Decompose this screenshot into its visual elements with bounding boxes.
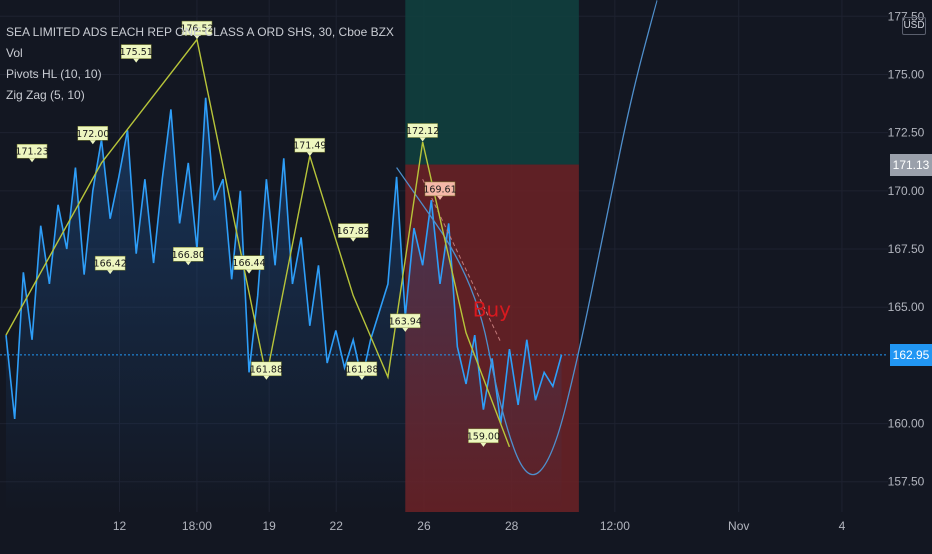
last-price-label: 162.95: [890, 343, 932, 366]
y-tick-label: 167.50: [888, 242, 925, 256]
y-tick-label: 175.00: [888, 67, 925, 81]
x-tick-label: 18:00: [182, 519, 212, 533]
pivot-label-text: 161.88: [345, 364, 378, 375]
currency-badge[interactable]: USD: [902, 17, 926, 35]
symbol-title[interactable]: SEA LIMITED ADS EACH REP ONE CLASS A ORD…: [6, 22, 394, 43]
chart-legend: SEA LIMITED ADS EACH REP ONE CLASS A ORD…: [6, 22, 394, 106]
volume-indicator-label[interactable]: Vol: [6, 43, 394, 64]
y-tick-label: 172.50: [888, 126, 925, 140]
buy-annotation: Buy: [473, 298, 511, 322]
x-tick-label: 28: [505, 519, 519, 533]
pivot-label-text: 166.44: [232, 258, 265, 269]
target-zone: [405, 0, 579, 165]
y-tick-label: 160.00: [888, 417, 925, 431]
y-tick-label: 165.00: [888, 300, 925, 314]
target-price-label: 171.13: [890, 153, 932, 176]
pivot-label-text: 163.94: [389, 316, 422, 327]
pivot-label-text: 172.00: [76, 129, 109, 140]
x-tick-label: 19: [262, 519, 276, 533]
y-tick-label: 157.50: [888, 475, 925, 489]
x-tick-label: 26: [417, 519, 431, 533]
pivot-label-text: 172.12: [406, 126, 439, 137]
zigzag-indicator-label[interactable]: Zig Zag (5, 10): [6, 85, 394, 106]
x-tick-label: 12:00: [600, 519, 630, 533]
x-tick-label: 4: [839, 519, 846, 533]
x-tick-label: 22: [330, 519, 344, 533]
pivots-indicator-label[interactable]: Pivots HL (10, 10): [6, 64, 394, 85]
y-tick-label: 170.00: [888, 184, 925, 198]
pivot-label-text: 171.49: [293, 141, 326, 152]
x-tick-label: Nov: [728, 519, 749, 533]
pivot-label-text: 161.88: [250, 364, 283, 375]
pivot-label-text: 171.23: [15, 147, 48, 158]
x-tick-label: 12: [113, 519, 127, 533]
pivot-label-text: 159.00: [467, 431, 500, 442]
pivot-label-text: 166.42: [94, 259, 127, 270]
pivot-label-text: 169.61: [423, 184, 456, 195]
pivot-label-text: 166.80: [172, 250, 205, 261]
pivot-label-text: 167.82: [337, 226, 370, 237]
